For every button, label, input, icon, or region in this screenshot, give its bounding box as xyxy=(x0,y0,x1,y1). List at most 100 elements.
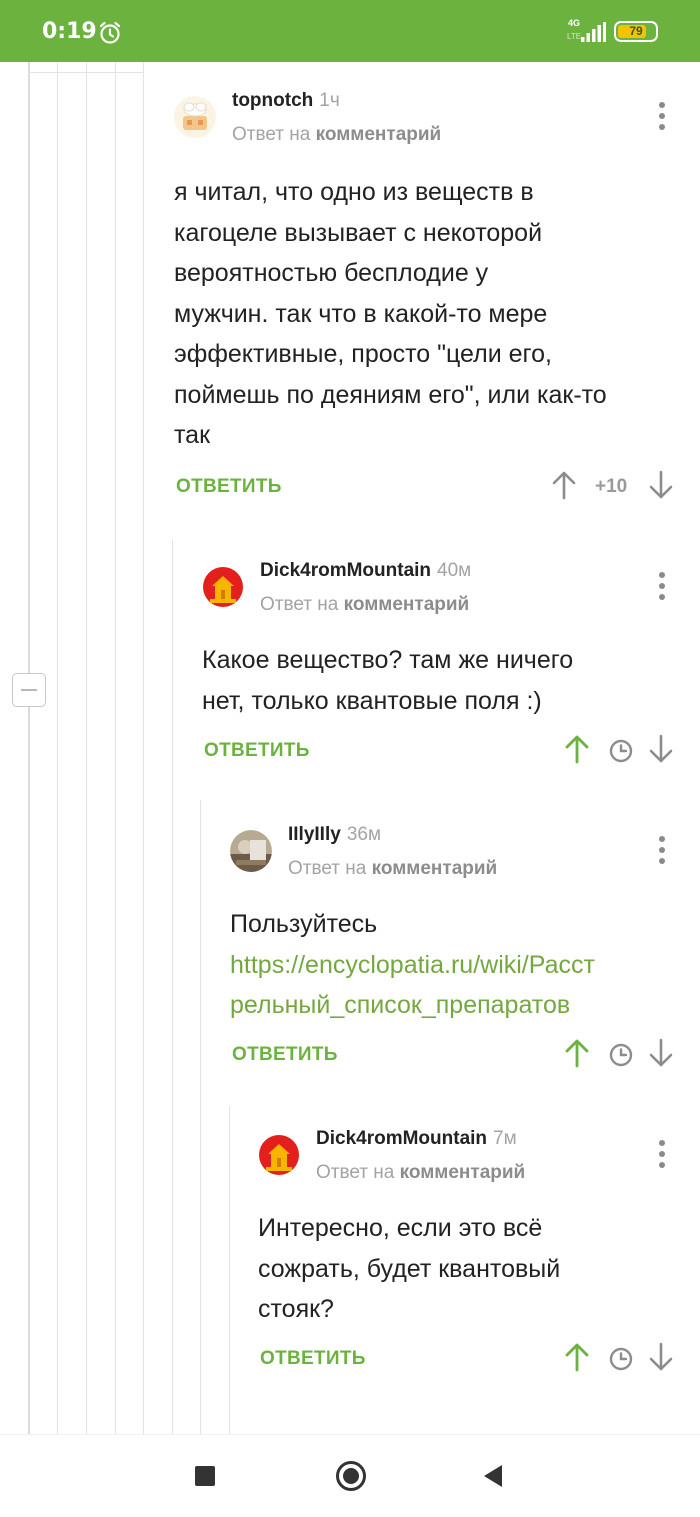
user-avatar[interactable] xyxy=(258,1134,300,1176)
arrow-up-icon[interactable] xyxy=(564,1342,590,1372)
comment-author[interactable]: topnotch 1ч xyxy=(232,90,340,112)
comment-text-line: поймешь по деяниям его", или как-то xyxy=(174,380,607,409)
comment-text-line: вероятностью бесплодие у xyxy=(174,259,489,287)
hat-avatar xyxy=(174,96,216,138)
reply-button[interactable]: ОТВЕТИТЬ xyxy=(204,740,310,762)
arrow-up-icon[interactable] xyxy=(564,1038,590,1068)
thread-line xyxy=(57,62,58,1434)
comment-text-line: Какое вещество? там же ничего xyxy=(202,646,574,674)
comment-rating: +10 xyxy=(595,476,628,497)
comment-text-line: Интересно, если это всё xyxy=(258,1214,543,1242)
reply-target-link[interactable]: комментарий xyxy=(316,124,442,145)
status-bar: 0:19 4G LTE 79 xyxy=(0,0,700,62)
author-name[interactable]: IIlyIIly xyxy=(288,824,341,845)
network-label: 4G xyxy=(568,18,581,28)
system-nav-bar xyxy=(0,1434,700,1517)
network-sub-label: LTE xyxy=(567,32,582,41)
photo-avatar xyxy=(230,830,272,872)
comment-age: 7м xyxy=(493,1128,517,1149)
comment-age: 40м xyxy=(437,560,472,581)
comment-text: я читал, что одно из веществ в кагоцеле … xyxy=(174,172,674,456)
clock-icon xyxy=(609,739,633,763)
reply-to-label: Ответ на комментарий xyxy=(232,124,441,146)
thread-line xyxy=(172,540,173,1434)
author-name[interactable]: Dick4romMountain xyxy=(316,1128,487,1149)
comment-text: Пользуйтесь https://encyclopatia.ru/wiki… xyxy=(230,904,674,1026)
thread-line xyxy=(143,62,144,1434)
more-icon[interactable] xyxy=(657,834,667,866)
clock-icon xyxy=(609,1347,633,1371)
battery-level-text: 79 xyxy=(629,24,643,38)
reply-prefix: Ответ на xyxy=(232,124,316,145)
more-icon[interactable] xyxy=(657,1138,667,1170)
arrow-down-icon[interactable] xyxy=(648,470,674,500)
user-avatar[interactable] xyxy=(230,830,272,872)
comment-text-line: мужчин. так что в какой-то мере xyxy=(174,299,548,328)
thread-line xyxy=(229,1106,230,1434)
nav-recents-icon[interactable] xyxy=(195,1466,215,1486)
reply-to-label: Ответ на комментарий xyxy=(316,1162,525,1184)
signal-icon xyxy=(581,22,606,42)
comment-age: 1ч xyxy=(319,90,340,111)
reply-prefix: Ответ на xyxy=(260,594,344,615)
nav-back-icon[interactable] xyxy=(482,1463,504,1489)
more-icon[interactable] xyxy=(657,570,667,602)
comment-age: 36м xyxy=(346,824,382,845)
arrow-up-icon[interactable] xyxy=(564,734,590,764)
comment: topnotch 1ч Ответ на комментарий я читал,… xyxy=(174,90,674,536)
comment-link[interactable]: https://encyclopatia.ru/wiki/Расст рельн… xyxy=(230,945,674,1026)
reply-button[interactable]: ОТВЕТИТЬ xyxy=(232,1044,338,1066)
thread-line xyxy=(28,62,30,1434)
user-avatar[interactable] xyxy=(174,96,216,138)
comment: Dick4romMountain 40м Ответ на комментарий… xyxy=(202,560,674,774)
collapse-icon xyxy=(21,689,37,691)
red-circle-avatar xyxy=(203,567,243,607)
reply-button[interactable]: ОТВЕТИТЬ xyxy=(176,476,282,498)
comment-text-line: сожрать, будет квантовый xyxy=(258,1254,561,1283)
thread-line xyxy=(115,62,116,1434)
reply-target-link[interactable]: комментарий xyxy=(400,1162,526,1183)
comment-link-line[interactable]: https://encyclopatia.ru/wiki/Расст xyxy=(230,945,674,986)
arrow-up-icon[interactable] xyxy=(551,470,577,500)
reply-target-link[interactable]: комментарий xyxy=(372,858,498,879)
comments-thread[interactable]: topnotch 1ч Ответ на комментарий я читал,… xyxy=(0,62,700,1434)
comment-author[interactable]: Dick4romMountain 7м xyxy=(316,1128,517,1150)
more-icon[interactable] xyxy=(657,100,667,132)
clock-icon xyxy=(609,1043,633,1067)
author-name[interactable]: Dick4romMountain xyxy=(260,560,431,581)
comment-text: Интересно, если это всё сожрать, будет к… xyxy=(258,1208,674,1330)
author-name[interactable]: topnotch xyxy=(232,90,313,111)
red-circle-avatar xyxy=(259,1135,299,1175)
reply-target-link[interactable]: комментарий xyxy=(344,594,470,615)
thread-connector xyxy=(28,72,144,73)
user-avatar[interactable] xyxy=(202,566,244,608)
comment-text-line: так xyxy=(174,421,211,449)
comment-text-line: нет, только квантовые поля :) xyxy=(202,686,542,715)
comment-link-line[interactable]: рельный_список_препаратов xyxy=(230,985,674,1026)
arrow-down-icon[interactable] xyxy=(648,1038,674,1068)
collapse-thread-button[interactable] xyxy=(12,673,46,707)
comment-text-line: стояк? xyxy=(258,1295,334,1323)
comment-text: Какое вещество? там же ничего нет, тольк… xyxy=(202,640,674,721)
thread-line xyxy=(200,800,201,1434)
comment-author[interactable]: Dick4romMountain 40м xyxy=(260,560,471,582)
reply-to-label: Ответ на комментарий xyxy=(288,858,497,880)
comment-text-line: я читал, что одно из веществ в xyxy=(174,178,534,206)
battery-icon: 79 xyxy=(614,21,658,42)
reply-prefix: Ответ на xyxy=(288,858,372,879)
comment-author[interactable]: IIlyIIly 36м xyxy=(288,824,381,846)
nav-home-icon[interactable] xyxy=(335,1460,367,1492)
comment-text-line: эффективные, просто "цели его, xyxy=(174,340,552,368)
status-time: 0:19 xyxy=(42,19,97,44)
thread-line xyxy=(86,62,87,1434)
arrow-down-icon[interactable] xyxy=(648,734,674,764)
arrow-down-icon[interactable] xyxy=(648,1342,674,1372)
reply-button[interactable]: ОТВЕТИТЬ xyxy=(260,1348,366,1370)
comment-text-line: Пользуйтесь xyxy=(230,910,378,938)
reply-prefix: Ответ на xyxy=(316,1162,400,1183)
comment: IIlyIIly 36м Ответ на комментарий Пользуй… xyxy=(230,824,674,1078)
comment: Dick4romMountain 7м Ответ на комментарий … xyxy=(258,1128,674,1382)
comment-text-line: кагоцеле вызывает с некоторой xyxy=(174,218,543,247)
reply-to-label: Ответ на комментарий xyxy=(260,594,469,616)
alarm-icon xyxy=(99,21,121,44)
